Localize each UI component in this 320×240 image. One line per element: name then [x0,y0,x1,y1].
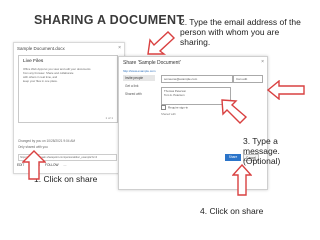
arrow-up-left-icon [221,99,248,124]
follow-action[interactable]: FOLLOW [45,163,58,167]
page-indicator: 1 of 1 [105,116,113,120]
message-line: Tom A. Peterson [164,93,185,97]
permission-select[interactable]: Can edit [233,75,263,83]
share-button[interactable]: Share [225,154,241,161]
share-dialog-title: Share 'Sample Document' [123,60,181,66]
preview-line: keep your files in one place. [23,79,58,83]
require-signin-label: Require sign-in [168,105,189,110]
callout-step-2-line-3: sharing. [180,37,211,47]
nav-invite-people[interactable]: Invite people [123,75,155,81]
shared-status-link[interactable]: Only shared with you [18,145,48,149]
nav-get-link[interactable]: Get a link [123,83,155,89]
shared-with-label: Shared with [161,112,176,116]
email-input[interactable]: someone@example.com [161,75,233,83]
callout-step-2-line-2: person with whom you are [180,27,280,37]
callout-step-3-line-1: 3. Type a [243,136,278,146]
callout-step-2-line-1: 2. Type the email address of the [180,17,301,27]
arrow-left-icon [267,80,305,100]
slide-title: SHARING A DOCUMENT [34,13,185,27]
document-preview[interactable]: Live Files Office Web Apps let you view … [18,55,118,123]
require-signin-checkbox[interactable]: Require sign-in [161,105,188,110]
more-actions[interactable]: … [63,163,66,167]
close-icon[interactable]: × [261,59,264,65]
document-url-link[interactable]: http://www.example.com [123,69,156,73]
preview-heading: Live Files [23,59,44,64]
checkbox-icon[interactable] [161,105,166,110]
close-icon[interactable]: × [118,45,121,51]
callout-step-4: 4. Click on share [200,206,264,216]
changed-by-text: Changed by you on 10/28/2021 9:04 AM [18,139,76,143]
callout-step-3-line-2: message. [243,146,280,156]
arrow-down-left-icon [147,31,176,55]
arrow-up-icon [232,164,252,196]
nav-shared-with[interactable]: Shared with [123,91,155,97]
share-nav: Invite people Get a link Shared with [123,75,155,99]
arrow-up-icon [22,150,46,180]
document-title: Sample Document.docx [17,46,65,51]
